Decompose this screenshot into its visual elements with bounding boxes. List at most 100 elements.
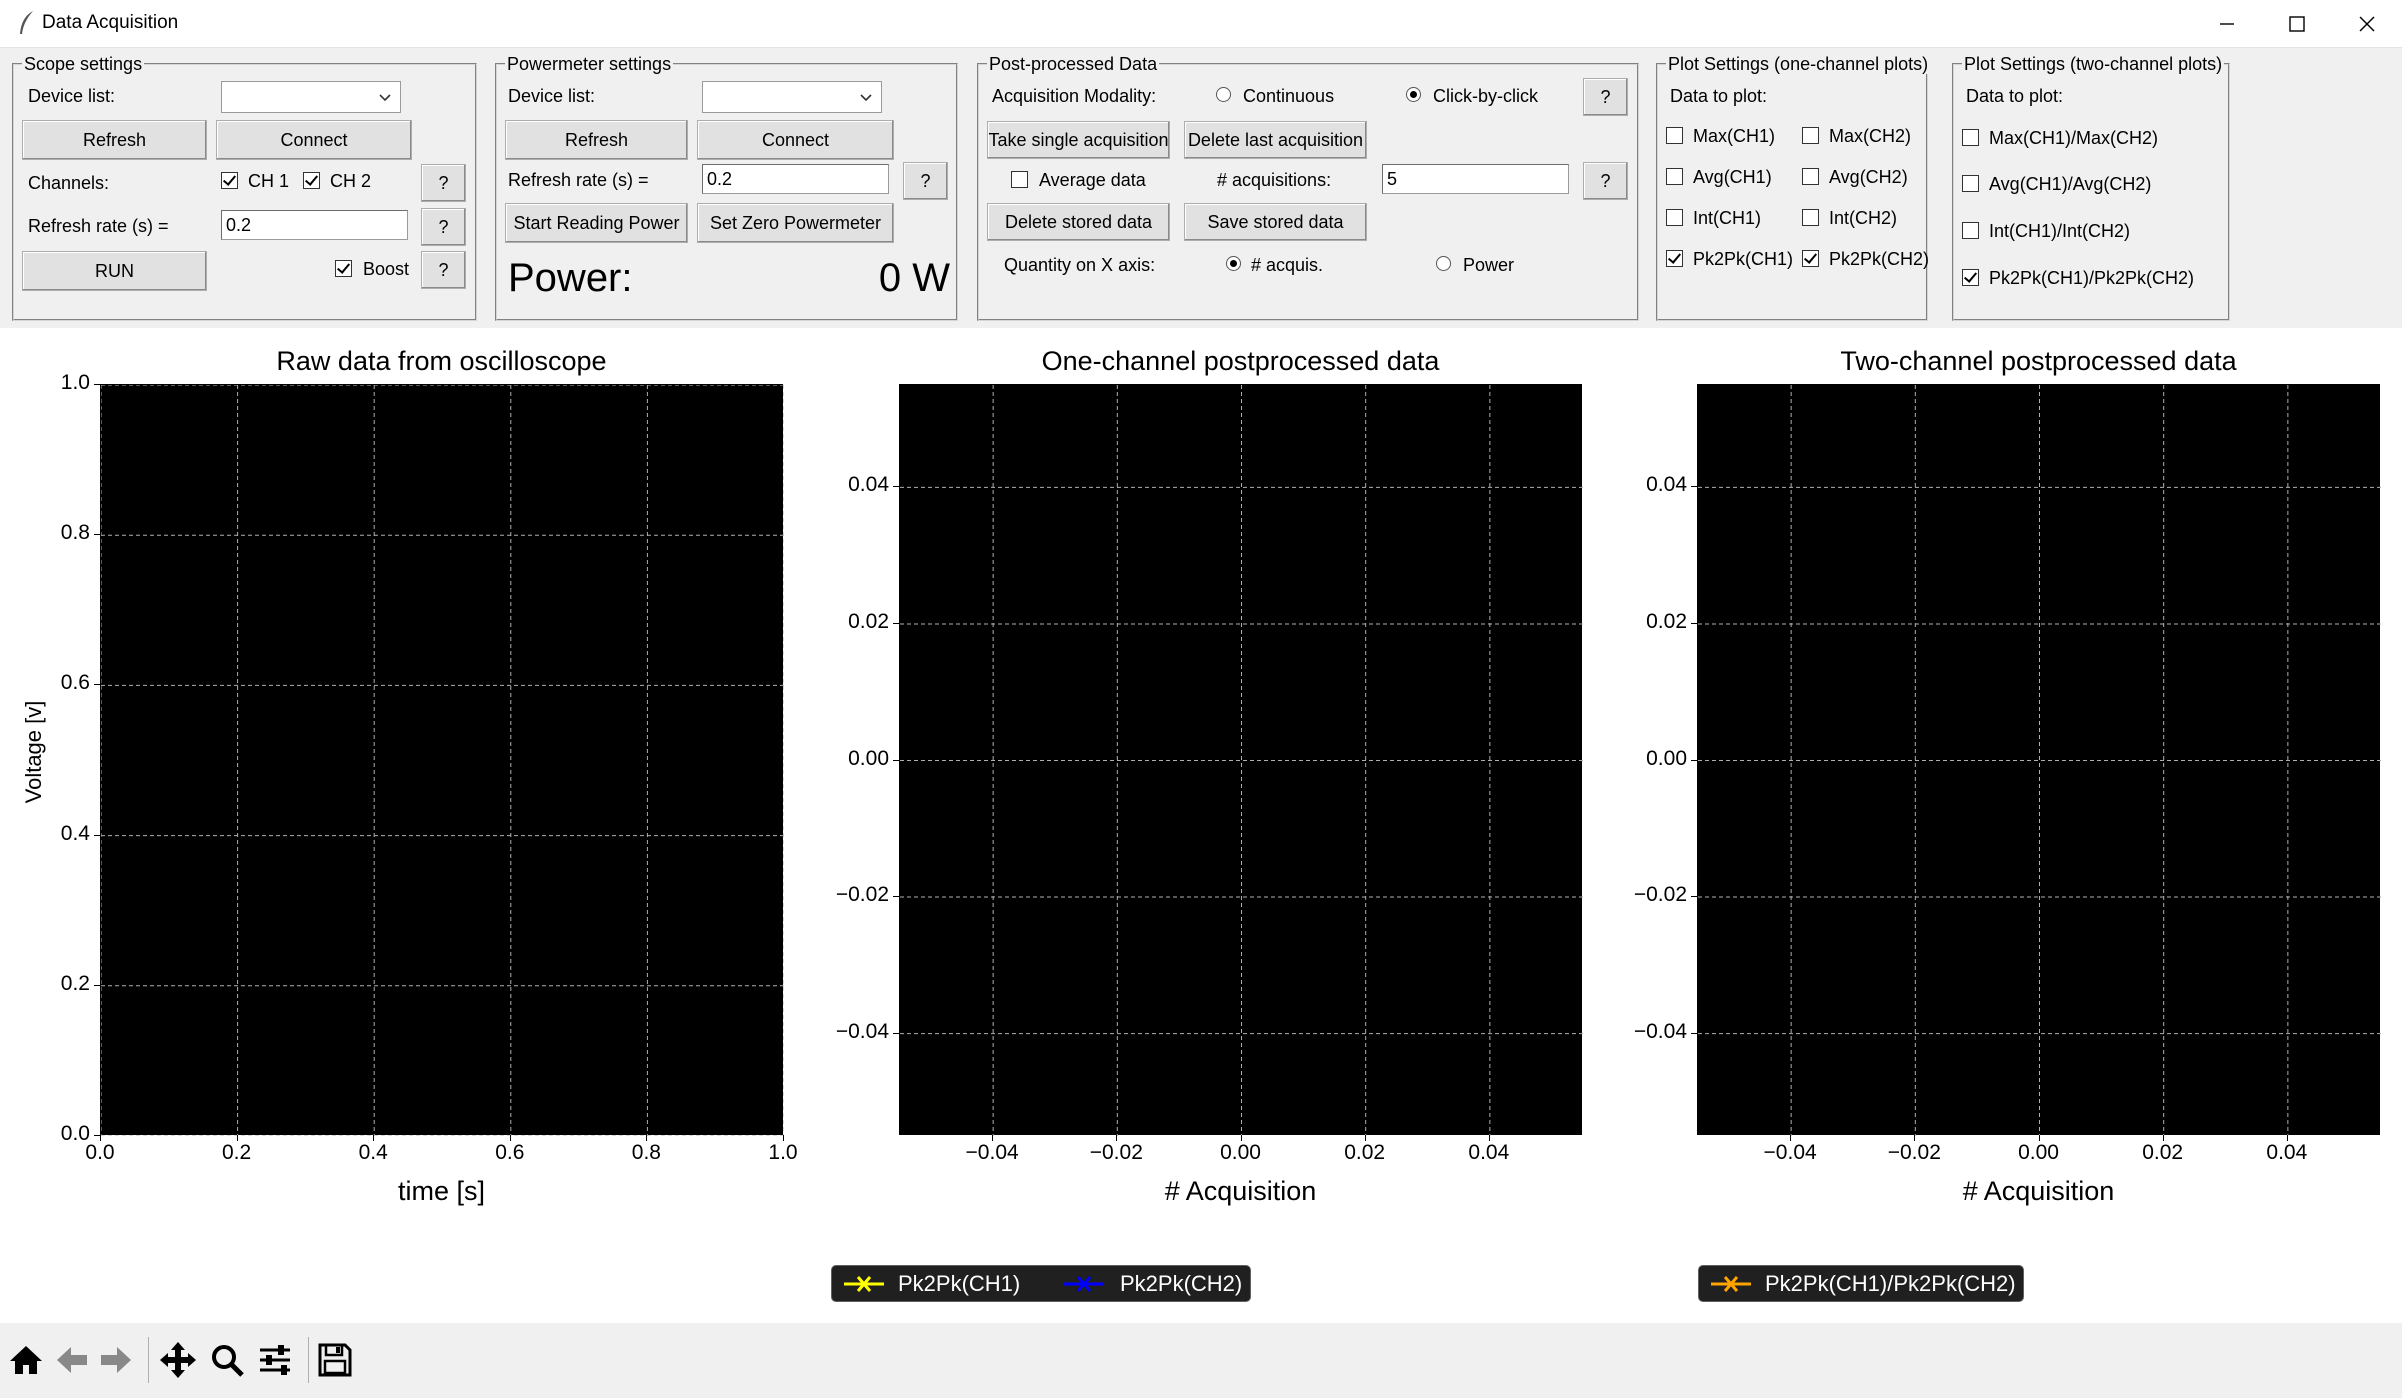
y-tick-mark [893, 759, 899, 761]
powermeter-device-select[interactable] [702, 81, 882, 113]
scope-refresh-rate-input[interactable]: 0.2 [221, 210, 408, 240]
pk2pk-ch2-label: Pk2Pk(CH2) [1829, 249, 1930, 269]
forward-button[interactable] [94, 1338, 138, 1382]
powermeter-refresh-rate-label: Refresh rate (s) = [508, 170, 649, 190]
pan-button[interactable] [156, 1338, 200, 1382]
start-reading-power-button[interactable]: Start Reading Power [505, 203, 688, 243]
zoom-button[interactable] [205, 1338, 249, 1382]
maximize-icon [2289, 16, 2305, 32]
delete-stored-data-button[interactable]: Delete stored data [987, 203, 1170, 241]
legend-ratio-label: Pk2Pk(CH1)/Pk2Pk(CH2) [1765, 1271, 2016, 1296]
boost-label: Boost [363, 259, 410, 279]
y-tick-mark [1691, 1032, 1697, 1034]
powermeter-refresh-button[interactable]: Refresh [505, 120, 688, 160]
x-tick-label: 0.8 [631, 1141, 661, 1164]
max-ratio-checkbox[interactable] [1962, 129, 1979, 146]
avg-ch1-label: Avg(CH1) [1693, 167, 1772, 187]
click-by-click-radio[interactable] [1406, 87, 1421, 102]
raw-plot-ylabel: Voltage [v] [21, 700, 46, 804]
x-tick-label: 0.00 [2018, 1141, 2059, 1164]
save-figure-button[interactable] [313, 1338, 357, 1382]
scope-refresh-button[interactable]: Refresh [22, 120, 207, 160]
delete-last-acquisition-button[interactable]: Delete last acquisition [1184, 121, 1367, 159]
x-axis-acquis-radio[interactable] [1226, 256, 1241, 271]
channels-label: Channels: [28, 173, 110, 193]
int-ch2-checkbox[interactable] [1802, 209, 1819, 226]
int-ch1-checkbox[interactable] [1666, 209, 1683, 226]
configure-subplots-button[interactable] [253, 1338, 297, 1382]
raw-plot-xlabel: time [s] [397, 1176, 485, 1206]
y-tick-label: 0.00 [1646, 746, 1687, 770]
back-icon [57, 1347, 87, 1373]
save-stored-data-button[interactable]: Save stored data [1184, 203, 1367, 241]
navigation-toolbar [0, 1323, 2402, 1398]
continuous-radio[interactable] [1216, 87, 1231, 102]
y-tick-label: −0.02 [835, 883, 889, 907]
y-tick-label: 1.0 [60, 371, 90, 394]
take-single-acquisition-button[interactable]: Take single acquisition [987, 121, 1170, 159]
max-ratio-label: Max(CH1)/Max(CH2) [1989, 128, 2159, 148]
max-ch1-checkbox[interactable] [1666, 127, 1683, 144]
avg-ratio-checkbox[interactable] [1962, 175, 1979, 192]
raw-plot-grid [101, 385, 784, 1136]
close-button[interactable] [2332, 0, 2402, 48]
x-axis-power-radio[interactable] [1436, 256, 1451, 271]
pk2pk-ch2-checkbox[interactable] [1802, 250, 1819, 267]
ch1-checkbox[interactable] [221, 172, 238, 189]
average-data-checkbox[interactable] [1011, 171, 1028, 188]
max-ch2-label: Max(CH2) [1829, 126, 1912, 146]
chevron-down-icon [379, 94, 391, 102]
maximize-button[interactable] [2262, 0, 2332, 48]
acquisition-modality-label: Acquisition Modality: [992, 86, 1157, 106]
boost-checkbox[interactable] [335, 260, 352, 277]
powermeter-refresh-rate-input[interactable]: 0.2 [702, 164, 889, 194]
boost-help-button[interactable]: ? [421, 251, 466, 289]
y-tick-mark [94, 684, 100, 686]
x-tick-label: 0.04 [1468, 1141, 1510, 1164]
back-button[interactable] [50, 1338, 94, 1382]
x-tick-mark [236, 1135, 238, 1141]
n-acquisitions-help-button[interactable]: ? [1583, 162, 1628, 200]
y-tick-label: −0.04 [835, 1019, 889, 1043]
max-ch1-label: Max(CH1) [1693, 126, 1776, 146]
refresh-rate-help-button[interactable]: ? [421, 208, 466, 246]
one-channel-plot-xlabel: # Acquisition [1164, 1176, 1317, 1206]
zoom-icon [212, 1345, 244, 1377]
legend-ch2-label: Pk2Pk(CH2) [1120, 1271, 1243, 1296]
max-ch2-checkbox[interactable] [1802, 127, 1819, 144]
x-tick-mark [992, 1135, 994, 1141]
x-tick-label: 0.00 [1220, 1141, 1261, 1164]
y-tick-label: 0.04 [1646, 473, 1687, 497]
avg-ch1-checkbox[interactable] [1666, 168, 1683, 185]
scope-device-list-label: Device list: [28, 86, 116, 106]
x-axis-quantity-label: Quantity on X axis: [1004, 255, 1156, 275]
plot-canvas[interactable]: Raw data from oscilloscope time [s] Volt… [0, 328, 2402, 1323]
home-button[interactable] [4, 1338, 48, 1382]
minimize-button[interactable] [2192, 0, 2262, 48]
powermeter-connect-button[interactable]: Connect [697, 120, 894, 160]
modality-help-button[interactable]: ? [1583, 78, 1628, 116]
scope-connect-button[interactable]: Connect [216, 120, 412, 160]
y-tick-mark [94, 384, 100, 385]
two-channel-plot-title: Two-channel postprocessed data [1840, 346, 2237, 376]
powermeter-help-button[interactable]: ? [903, 162, 948, 200]
legend-ch1-label: Pk2Pk(CH1) [898, 1271, 1021, 1296]
plot-settings-one-title: Plot Settings (one-channel plots) [1666, 54, 1931, 74]
y-tick-mark [893, 622, 899, 624]
n-acquisitions-input[interactable]: 5 [1382, 164, 1569, 194]
pk2pk-ratio-checkbox[interactable] [1962, 269, 1979, 286]
pk2pk-ch1-checkbox[interactable] [1666, 250, 1683, 267]
toolbar-separator [148, 1337, 149, 1383]
int-ratio-checkbox[interactable] [1962, 222, 1979, 239]
run-button[interactable]: RUN [22, 251, 207, 291]
x-tick-mark [1116, 1135, 1118, 1141]
y-tick-mark [1691, 622, 1697, 624]
set-zero-powermeter-button[interactable]: Set Zero Powermeter [697, 203, 894, 243]
x-tick-mark [1790, 1135, 1792, 1141]
title-bar: Data Acquisition [0, 0, 2402, 48]
channels-help-button[interactable]: ? [421, 164, 466, 202]
x-tick-label: 0.02 [2142, 1141, 2184, 1164]
avg-ch2-checkbox[interactable] [1802, 168, 1819, 185]
scope-device-select[interactable] [221, 81, 401, 113]
ch2-checkbox[interactable] [303, 172, 320, 189]
